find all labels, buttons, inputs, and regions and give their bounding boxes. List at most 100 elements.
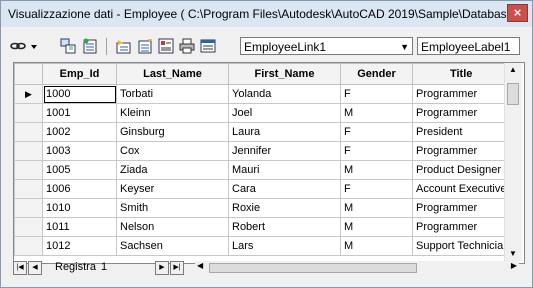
horizontal-scrollbar[interactable]: ◀ ▶ [195, 261, 519, 275]
record-navigator: |◀ ◀ Registra 1 ▶ ▶| ◀ ▶ [13, 261, 523, 277]
table-cell[interactable]: F [340, 122, 413, 142]
table-cell[interactable]: 1011 [42, 217, 117, 237]
data-grid: Emp_Id Last_Name First_Name Gender Title… [13, 62, 525, 264]
record-number[interactable]: 1 [101, 261, 107, 273]
table-cell[interactable]: President [411, 122, 511, 142]
table-cell[interactable]: 1010 [42, 198, 117, 218]
row-selector[interactable] [14, 160, 43, 180]
table-cell[interactable]: Lars [228, 236, 341, 256]
link-icon[interactable] [9, 37, 27, 55]
table-cell[interactable]: Product Designer [411, 160, 511, 180]
table-cell[interactable]: 1012 [42, 236, 117, 256]
column-header[interactable]: Title [411, 63, 511, 85]
table-cell[interactable]: F [340, 84, 413, 104]
autoview-records-icon[interactable] [136, 37, 154, 55]
table-cell[interactable]: Kleinn [116, 103, 229, 123]
table-cell[interactable]: Ginsburg [116, 122, 229, 142]
row-selector[interactable] [14, 103, 43, 123]
link-template-select[interactable]: EmployeeLink1 ▼ [240, 37, 413, 55]
table-row[interactable]: 1002 Ginsburg Laura F President [14, 122, 511, 142]
table-cell[interactable]: Nelson [116, 217, 229, 237]
scroll-right-icon[interactable]: ▶ [511, 261, 517, 270]
table-row[interactable]: ▶ 1000 Torbati Yolanda F Programmer [14, 84, 511, 104]
row-selector[interactable]: ▶ [14, 84, 43, 104]
table-cell[interactable]: Mauri [228, 160, 341, 180]
table-cell[interactable]: Ziada [116, 160, 229, 180]
column-header[interactable]: First_Name [228, 63, 341, 85]
column-header[interactable]: Gender [340, 63, 413, 85]
table-cell[interactable]: Jennifer [228, 141, 341, 161]
corner-cell[interactable] [14, 63, 43, 85]
scroll-left-icon[interactable]: ◀ [197, 261, 203, 270]
title-bar[interactable]: Visualizzazione dati - Employee ( C:\Pro… [1, 1, 532, 27]
table-row[interactable]: 1010 Smith Roxie M Programmer [14, 198, 511, 218]
row-selector[interactable] [14, 198, 43, 218]
table-cell[interactable]: Smith [116, 198, 229, 218]
row-selector[interactable] [14, 179, 43, 199]
link-template-value: EmployeeLink1 [244, 40, 327, 54]
scroll-up-icon[interactable]: ▲ [509, 65, 517, 74]
table-row[interactable]: 1005 Ziada Mauri M Product Designer [14, 160, 511, 180]
table-cell[interactable]: Keyser [116, 179, 229, 199]
records-table: Emp_Id Last_Name First_Name Gender Title… [14, 63, 511, 256]
row-selector[interactable] [14, 141, 43, 161]
previous-record-icon[interactable]: ◀ [28, 261, 42, 275]
close-button[interactable]: × [507, 4, 528, 22]
table-cell[interactable]: Yolanda [228, 84, 341, 104]
scroll-down-icon[interactable]: ▼ [509, 249, 517, 258]
first-record-icon[interactable]: |◀ [13, 261, 27, 275]
query-editor-icon[interactable] [157, 37, 175, 55]
toolbar-separator [106, 38, 107, 55]
table-cell[interactable]: Torbati [116, 84, 229, 104]
table-cell[interactable]: M [340, 103, 413, 123]
next-record-icon[interactable]: ▶ [155, 261, 169, 275]
table-cell[interactable]: F [340, 179, 413, 199]
table-cell[interactable]: M [340, 198, 413, 218]
table-cell[interactable]: Account Executive [411, 179, 511, 199]
table-cell[interactable]: Robert [228, 217, 341, 237]
table-cell[interactable]: M [340, 217, 413, 237]
table-row[interactable]: 1003 Cox Jennifer F Programmer [14, 141, 511, 161]
table-cell[interactable]: Sachsen [116, 236, 229, 256]
table-cell[interactable]: Support Technician [411, 236, 511, 256]
print-icon[interactable] [178, 37, 196, 55]
table-cell[interactable]: Roxie [228, 198, 341, 218]
table-cell[interactable]: 1003 [42, 141, 117, 161]
row-selector[interactable] [14, 217, 43, 237]
table-cell[interactable]: Programmer [411, 103, 511, 123]
table-cell[interactable]: Programmer [411, 217, 511, 237]
label-template-select[interactable]: EmployeeLabel1 [417, 37, 520, 55]
table-cell[interactable]: M [340, 236, 413, 256]
table-cell[interactable]: Cox [116, 141, 229, 161]
table-cell[interactable]: Programmer [411, 198, 511, 218]
row-selector[interactable] [14, 122, 43, 142]
table-cell[interactable]: M [340, 160, 413, 180]
table-row[interactable]: 1011 Nelson Robert M Programmer [14, 217, 511, 237]
chevron-down-icon[interactable] [29, 37, 39, 55]
table-cell[interactable]: 1002 [42, 122, 117, 142]
table-cell[interactable]: 1001 [42, 103, 117, 123]
table-cell[interactable]: 1006 [42, 179, 117, 199]
view-linked-records-icon[interactable] [81, 37, 99, 55]
table-cell[interactable]: Programmer [411, 84, 511, 104]
table-cell[interactable]: Programmer [411, 141, 511, 161]
row-selector[interactable] [14, 236, 43, 256]
last-record-icon[interactable]: ▶| [170, 261, 184, 275]
table-cell[interactable]: 1000 [42, 84, 117, 104]
vertical-scrollbar[interactable]: ▲ ▼ [504, 63, 522, 261]
table-cell[interactable]: 1005 [42, 160, 117, 180]
table-cell[interactable]: Joel [228, 103, 341, 123]
scroll-thumb[interactable] [209, 263, 417, 273]
table-cell[interactable]: Laura [228, 122, 341, 142]
table-cell[interactable]: F [340, 141, 413, 161]
column-header[interactable]: Emp_Id [42, 63, 117, 85]
format-icon[interactable] [199, 37, 217, 55]
column-header[interactable]: Last_Name [116, 63, 229, 85]
view-linked-objects-icon[interactable] [59, 37, 77, 55]
scroll-thumb[interactable] [507, 83, 519, 105]
table-cell[interactable]: Cara [228, 179, 341, 199]
table-row[interactable]: 1001 Kleinn Joel M Programmer [14, 103, 511, 123]
table-row[interactable]: 1006 Keyser Cara F Account Executive [14, 179, 511, 199]
autoview-objects-icon[interactable] [115, 37, 133, 55]
table-row[interactable]: 1012 Sachsen Lars M Support Technician [14, 236, 511, 256]
